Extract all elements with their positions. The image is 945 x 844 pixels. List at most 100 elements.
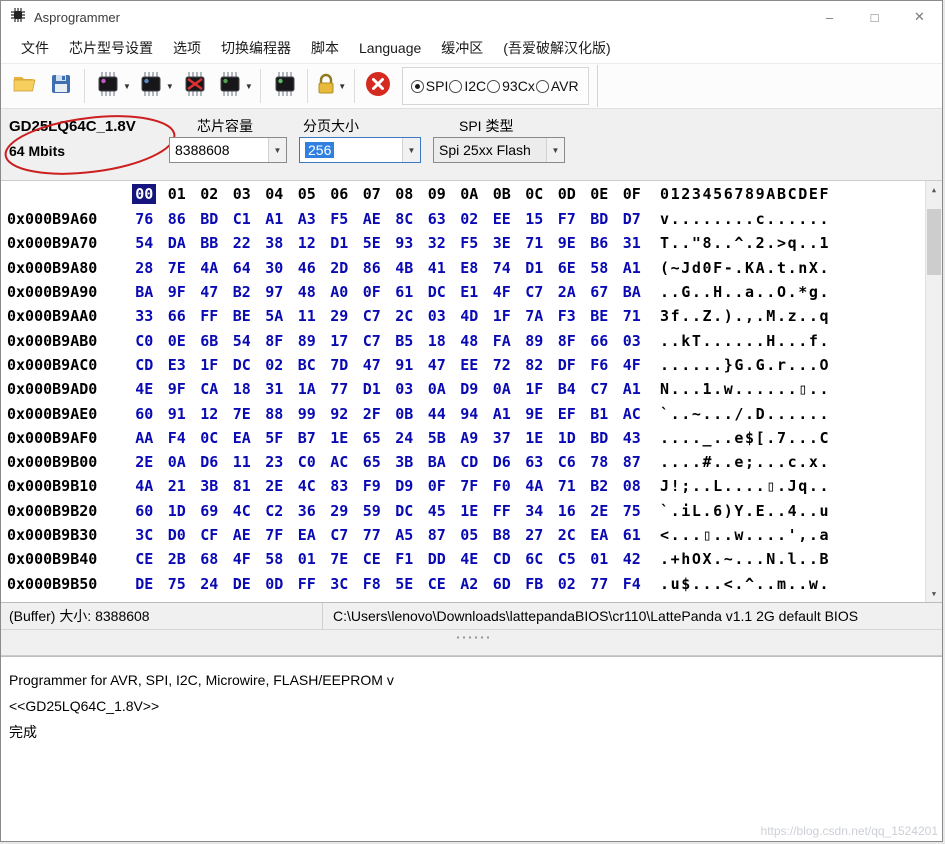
hex-byte[interactable]: EE xyxy=(486,210,519,228)
hex-byte[interactable]: 38 xyxy=(258,234,291,252)
hex-byte[interactable]: DC xyxy=(388,502,421,520)
hex-byte[interactable]: 03 xyxy=(421,307,454,325)
hex-byte[interactable]: 5E xyxy=(388,575,421,593)
hex-byte[interactable]: B4 xyxy=(551,380,584,398)
hex-byte[interactable]: 89 xyxy=(291,332,324,350)
hex-byte[interactable]: 32 xyxy=(421,234,454,252)
hex-byte[interactable]: 6C xyxy=(518,550,551,568)
hex-byte[interactable]: B5 xyxy=(388,332,421,350)
hex-byte[interactable]: A1 xyxy=(616,259,649,277)
close-button[interactable]: ✕ xyxy=(897,1,942,33)
hex-byte[interactable]: FF xyxy=(486,502,519,520)
hex-byte[interactable]: 5B xyxy=(421,429,454,447)
hex-byte[interactable]: 74 xyxy=(486,259,519,277)
scrollbar-thumb[interactable] xyxy=(927,209,941,275)
hex-byte[interactable]: 6E xyxy=(551,259,584,277)
hex-byte[interactable]: 3C xyxy=(323,575,356,593)
hex-byte[interactable]: E1 xyxy=(453,283,486,301)
hex-byte[interactable]: BA xyxy=(421,453,454,471)
hex-byte[interactable]: CD xyxy=(128,356,161,374)
hex-byte[interactable]: 86 xyxy=(356,259,389,277)
hex-byte[interactable]: C7 xyxy=(356,332,389,350)
hex-byte[interactable]: 91 xyxy=(388,356,421,374)
hex-byte[interactable]: 16 xyxy=(551,502,584,520)
hex-byte[interactable]: 1E xyxy=(518,429,551,447)
hex-byte[interactable]: F8 xyxy=(356,575,389,593)
hex-byte[interactable]: 0F xyxy=(421,477,454,495)
hex-byte[interactable]: F4 xyxy=(616,575,649,593)
hex-byte[interactable]: 9E xyxy=(551,234,584,252)
hex-byte[interactable]: 31 xyxy=(616,234,649,252)
hex-byte[interactable]: 1E xyxy=(453,502,486,520)
hex-byte[interactable]: 2A xyxy=(551,283,584,301)
hex-byte[interactable]: 82 xyxy=(518,356,551,374)
hex-byte[interactable]: B6 xyxy=(583,234,616,252)
hex-byte[interactable]: 2B xyxy=(161,550,194,568)
hex-byte[interactable]: DE xyxy=(226,575,259,593)
hex-byte[interactable]: 47 xyxy=(356,356,389,374)
radio-avr[interactable]: AVR xyxy=(535,78,579,94)
hex-byte[interactable]: 77 xyxy=(356,526,389,544)
hex-row[interactable]: 0x000B9AF0 AA F4 0C EA 5F B7 1E 65 24 5B A9 37 1E 1D BD… xyxy=(1,426,942,450)
chevron-down-icon[interactable]: ▼ xyxy=(245,82,253,91)
hex-byte[interactable]: AE xyxy=(226,526,259,544)
hex-byte[interactable]: 8F xyxy=(551,332,584,350)
hex-byte[interactable]: D1 xyxy=(356,380,389,398)
hex-byte[interactable]: 77 xyxy=(323,380,356,398)
hex-byte[interactable]: 72 xyxy=(486,356,519,374)
vertical-scrollbar[interactable]: ▲ ▼ xyxy=(925,181,942,602)
hex-byte[interactable]: 2C xyxy=(388,307,421,325)
hex-byte[interactable]: 4F xyxy=(486,283,519,301)
hex-byte[interactable]: 87 xyxy=(421,526,454,544)
hex-byte[interactable]: 7E xyxy=(161,259,194,277)
hex-byte[interactable]: F6 xyxy=(583,356,616,374)
chevron-down-icon[interactable]: ▼ xyxy=(268,138,286,162)
hex-byte[interactable]: 15 xyxy=(518,210,551,228)
scroll-up-icon[interactable]: ▲ xyxy=(926,181,942,198)
hex-byte[interactable]: 63 xyxy=(421,210,454,228)
chevron-down-icon[interactable]: ▼ xyxy=(338,82,346,91)
hex-byte[interactable]: 69 xyxy=(193,502,226,520)
hex-byte[interactable]: A1 xyxy=(616,380,649,398)
hex-byte[interactable]: 48 xyxy=(453,332,486,350)
hex-byte[interactable]: 58 xyxy=(258,550,291,568)
hex-byte[interactable]: 33 xyxy=(128,307,161,325)
hex-byte[interactable]: FF xyxy=(193,307,226,325)
hex-row[interactable]: 0x000B9AE0 60 91 12 7E 88 99 92 2F 0B 44 94 A1 9E EF B1… xyxy=(1,401,942,425)
chevron-down-icon[interactable]: ▼ xyxy=(166,82,174,91)
hex-byte[interactable]: 64 xyxy=(226,259,259,277)
hex-byte[interactable]: A5 xyxy=(388,526,421,544)
capacity-combobox[interactable]: 8388608 ▼ xyxy=(169,137,287,163)
hex-byte[interactable]: 75 xyxy=(616,502,649,520)
hex-editor[interactable]: 00 01 02 03 04 05 06 07 08 09 0A 0B 0C 0D 0E 0F 01234567… xyxy=(1,181,942,603)
maximize-button[interactable]: □ xyxy=(852,1,897,33)
hex-byte[interactable]: 4E xyxy=(453,550,486,568)
page-size-combobox[interactable]: 256 ▼ xyxy=(299,137,421,163)
hex-byte[interactable]: 1D xyxy=(551,429,584,447)
hex-byte[interactable]: 47 xyxy=(421,356,454,374)
stop-button[interactable] xyxy=(360,67,396,105)
menu-chip-select[interactable]: 芯片型号设置 xyxy=(59,34,163,62)
hex-byte[interactable]: B2 xyxy=(583,477,616,495)
hex-byte[interactable]: 77 xyxy=(583,575,616,593)
hex-byte[interactable]: C2 xyxy=(258,502,291,520)
hex-byte[interactable]: 1D xyxy=(161,502,194,520)
hex-byte[interactable]: D6 xyxy=(193,453,226,471)
hex-byte[interactable]: C7 xyxy=(583,380,616,398)
hex-byte[interactable]: 48 xyxy=(291,283,324,301)
hex-byte[interactable]: DC xyxy=(421,283,454,301)
hex-byte[interactable]: 4A xyxy=(518,477,551,495)
hex-byte[interactable]: 71 xyxy=(518,234,551,252)
hex-byte[interactable]: 24 xyxy=(388,429,421,447)
hex-byte[interactable]: 28 xyxy=(128,259,161,277)
hex-byte[interactable]: 45 xyxy=(421,502,454,520)
hex-row[interactable]: 0x000B9B40 CE 2B 68 4F 58 01 7E CE F1 DD 4E CD 6C C5 01… xyxy=(1,547,942,571)
hex-byte[interactable]: 7E xyxy=(226,405,259,423)
hex-byte[interactable]: BA xyxy=(128,283,161,301)
hex-byte[interactable]: CA xyxy=(193,380,226,398)
hex-byte[interactable]: FB xyxy=(518,575,551,593)
hex-byte[interactable]: 9E xyxy=(518,405,551,423)
hex-byte[interactable]: 1F xyxy=(518,380,551,398)
hex-byte[interactable]: DE xyxy=(128,575,161,593)
detect-chip-button[interactable] xyxy=(266,67,302,105)
